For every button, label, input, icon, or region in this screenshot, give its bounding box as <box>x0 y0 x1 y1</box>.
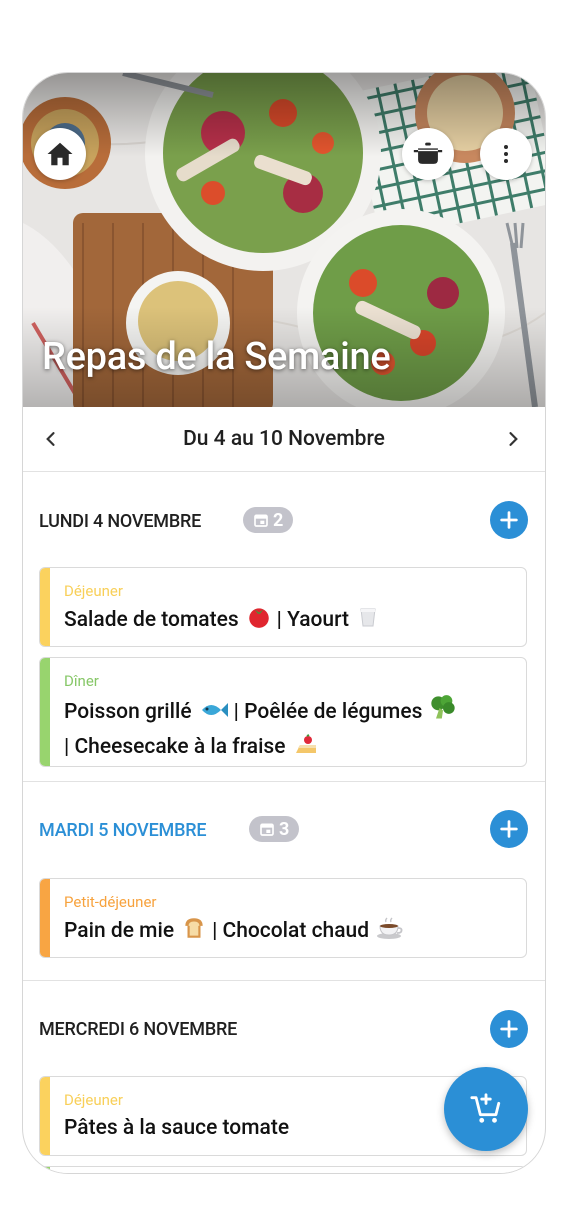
day-title: MARDI 5 NOVEMBRE <box>39 820 207 841</box>
plus-icon <box>500 511 518 529</box>
day-title: LUNDI 4 NOVEMBRE <box>39 511 202 532</box>
meal-color-bar <box>40 568 50 646</box>
cooking-pot-icon <box>413 142 443 164</box>
day-section-tuesday: MARDI 5 NOVEMBRE 3 Petit-déjeuner Pain d… <box>23 782 545 980</box>
cart-add-icon <box>470 1093 501 1123</box>
week-range: Du 4 au 10 Novembre <box>183 427 385 451</box>
recipes-button[interactable] <box>402 128 454 180</box>
app-screen: Repas de la Semaine Du 4 au 10 Novembre … <box>22 72 546 1174</box>
home-button[interactable] <box>34 128 86 180</box>
meal-color-bar <box>40 879 50 957</box>
meal-card[interactable]: Petit-déjeuner Pain de mie | Chocolat ch… <box>39 878 527 958</box>
chevron-right-icon <box>509 432 518 446</box>
meal-item: | Chocolat chaud <box>212 919 370 943</box>
previous-week-button[interactable] <box>37 425 65 453</box>
meal-item: | Yaourt <box>276 608 350 632</box>
meal-item: Pâtes à la sauce tomate <box>64 1116 290 1140</box>
meal-items: Salade de tomates | Yaourt <box>64 604 516 640</box>
meal-item: | Poêlée de légumes <box>233 700 423 724</box>
meal-count: 2 <box>273 509 284 531</box>
meal-item: Salade de tomates <box>64 608 239 632</box>
next-week-button[interactable] <box>499 425 527 453</box>
meal-card[interactable]: Dîner Poisson grillé | Poêlée de légumes… <box>39 657 527 767</box>
fish-icon <box>199 698 229 732</box>
meal-items: Poisson grillé | Poêlée de légumes | Che… <box>64 694 516 766</box>
meal-type-label: Déjeuner <box>64 582 123 600</box>
tomato-icon <box>246 604 272 640</box>
meal-item: | Cheesecake à la fraise <box>64 735 286 759</box>
more-options-button[interactable] <box>480 128 532 180</box>
add-meal-button[interactable] <box>490 810 528 848</box>
day-title: MERCREDI 6 NOVEMBRE <box>39 1019 238 1040</box>
calendar-icon <box>260 823 274 836</box>
add-meal-button[interactable] <box>490 1010 528 1048</box>
meal-color-bar <box>40 658 50 766</box>
broccoli-icon <box>429 694 457 732</box>
home-icon <box>47 142 73 166</box>
plus-icon <box>500 1020 518 1038</box>
more-vertical-icon <box>504 145 508 163</box>
meal-count-badge: 3 <box>249 816 300 842</box>
yogurt-icon <box>356 604 380 640</box>
meal-item: Poisson grillé <box>64 700 192 724</box>
meal-item: Pain de mie <box>64 919 175 943</box>
week-navigator: Du 4 au 10 Novembre <box>23 407 545 472</box>
meal-type-label: Petit-déjeuner <box>64 893 157 911</box>
meal-type-label: Déjeuner <box>64 1091 123 1109</box>
meal-type-label: Dîner <box>64 672 99 690</box>
chevron-left-icon <box>46 432 55 446</box>
plus-icon <box>500 820 518 838</box>
add-to-shopping-list-button[interactable] <box>444 1067 528 1151</box>
page-title: Repas de la Semaine <box>42 335 391 379</box>
meal-color-bar <box>40 1077 50 1155</box>
bread-icon <box>181 915 207 951</box>
hero-banner: Repas de la Semaine <box>23 73 545 407</box>
day-section-monday: LUNDI 4 NOVEMBRE 2 Déjeuner Salade de to… <box>23 471 545 781</box>
add-meal-button[interactable] <box>490 501 528 539</box>
calendar-icon <box>254 514 268 527</box>
cake-icon <box>293 733 319 766</box>
hot-beverage-icon <box>376 917 404 951</box>
meal-count: 3 <box>279 818 290 840</box>
meal-card[interactable] <box>39 1166 527 1173</box>
meal-card[interactable]: Déjeuner Salade de tomates | Yaourt <box>39 567 527 647</box>
meal-items: Pain de mie | Chocolat chaud <box>64 915 516 951</box>
meal-count-badge: 2 <box>243 507 294 533</box>
meal-color-bar <box>40 1167 50 1173</box>
